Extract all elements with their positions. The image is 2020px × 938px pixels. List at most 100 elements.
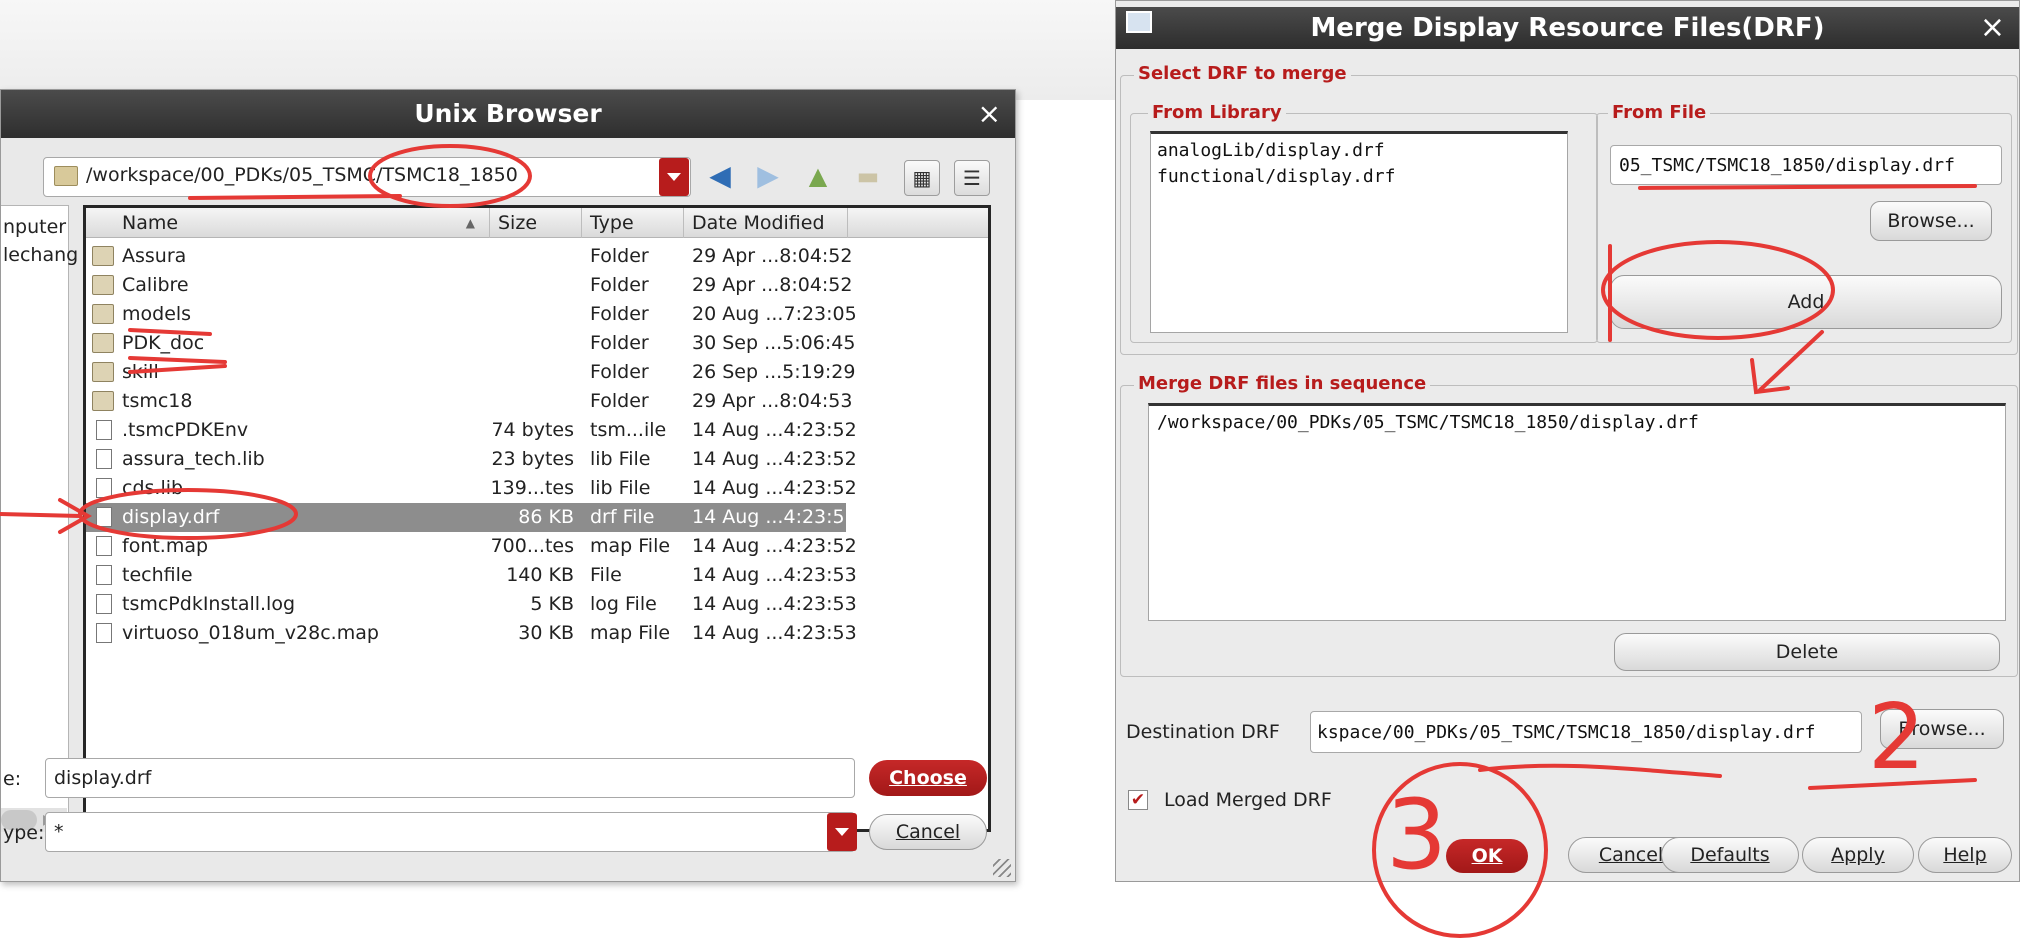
table-row[interactable]: virtuoso_018um_v28c.map 30 KB map File 14 A… — [86, 619, 857, 648]
ok-button[interactable]: OK — [1446, 839, 1528, 873]
from-file-input[interactable]: 05_TSMC/TSMC18_1850/display.drf — [1610, 145, 2002, 185]
file-name-cell: .tsmcPDKEnv — [122, 419, 249, 441]
file-type-cell: Folder — [590, 390, 649, 412]
column-header-date[interactable]: Date Modified — [684, 208, 848, 238]
destination-input[interactable]: kspace/00_PDKs/05_TSMC/TSMC18_1850/displ… — [1310, 711, 1862, 753]
file-type-cell: Folder — [590, 245, 649, 267]
table-row[interactable]: tsmc18 Folder 29 Apr ...8:04:53 — [86, 387, 853, 416]
destination-label: Destination DRF — [1126, 721, 1280, 743]
file-list: Name ▲ Size Type Date Modified Assura Fol… — [83, 205, 991, 832]
up-folder-icon[interactable]: ▲ — [799, 156, 837, 196]
file-size-cell: 23 bytes — [491, 448, 574, 470]
file-name-cell: PDK_doc — [122, 332, 205, 354]
file-type-cell: File — [590, 564, 622, 586]
help-button[interactable]: Help — [1918, 837, 2012, 873]
file-name-cell: font.map — [122, 535, 209, 557]
sequence-item[interactable]: /workspace/00_PDKs/05_TSMC/TSMC18_1850/d… — [1157, 412, 1699, 433]
choose-button[interactable]: Choose — [869, 760, 987, 796]
select-drf-group-title: Select DRF to merge — [1134, 63, 1351, 84]
table-row[interactable]: display.drf 86 KB drf File 14 Aug ...4:23:5… — [86, 503, 857, 532]
detail-view-icon[interactable]: ☰ — [954, 160, 990, 196]
table-row[interactable]: skill Folder 26 Sep ...5:19:29 — [86, 358, 855, 387]
table-row[interactable]: font.map 700...tes map File 14 Aug ...4:23:… — [86, 532, 857, 561]
file-icon — [96, 507, 112, 527]
sort-ascending-icon: ▲ — [465, 216, 475, 230]
window-menu-icon[interactable] — [1126, 11, 1152, 33]
sidebar-item-home[interactable]: lechang — [3, 244, 78, 266]
table-row[interactable]: techfile 140 KB File 14 Aug ...4:23:53 — [86, 561, 857, 590]
table-row[interactable]: Assura Folder 29 Apr ...8:04:52 — [86, 242, 853, 271]
back-arrow-icon[interactable]: ◀ — [701, 156, 739, 196]
file-name-cell: Assura — [122, 245, 187, 267]
destination-value: kspace/00_PDKs/05_TSMC/TSMC18_1850/displ… — [1317, 722, 1816, 743]
file-icon — [96, 623, 112, 643]
file-name-cell: assura_tech.lib — [122, 448, 265, 470]
column-name-label: Name — [122, 212, 179, 234]
icon-view-icon[interactable]: ▦ — [904, 160, 940, 196]
filetype-chevron-down-icon[interactable] — [827, 813, 857, 851]
file-icon — [96, 565, 112, 585]
file-name-cell: Calibre — [122, 274, 189, 296]
from-library-list[interactable]: analogLib/display.drf functional/display… — [1150, 131, 1568, 333]
file-type-cell: Folder — [590, 303, 649, 325]
unix-browser-window: Unix Browser × /workspace/00_PDKs/05_TSM… — [0, 89, 1016, 882]
file-type-cell: tsm...ile — [590, 419, 667, 441]
filetype-value: * — [54, 821, 64, 843]
sidebar-item-computer[interactable]: nputer — [3, 216, 66, 238]
file-date-cell: 14 Aug ...4:23:52 — [692, 448, 857, 470]
defaults-button[interactable]: Defaults — [1661, 837, 1799, 873]
destination-browse-button[interactable]: Browse... — [1880, 709, 2004, 749]
file-type-cell: Folder — [590, 274, 649, 296]
file-list-header: Name ▲ Size Type Date Modified — [86, 208, 988, 238]
table-row[interactable]: PDK_doc Folder 30 Sep ...5:06:45 — [86, 329, 855, 358]
from-file-browse-button[interactable]: Browse... — [1870, 201, 1992, 241]
close-icon[interactable]: × — [978, 90, 1001, 138]
file-date-cell: 14 Aug ...4:23:52 — [692, 419, 857, 441]
folder-icon — [92, 246, 114, 266]
library-item[interactable]: functional/display.drf — [1157, 166, 1395, 187]
from-file-label: From File — [1608, 102, 1711, 123]
folder-icon — [54, 166, 78, 186]
dialog-title: Merge Display Resource Files(DRF) — [1116, 7, 2019, 49]
filetype-label: ype: — [3, 822, 45, 844]
new-folder-icon[interactable]: ▬ — [849, 156, 887, 196]
file-size-cell: 5 KB — [530, 593, 574, 615]
file-name-cell: virtuoso_018um_v28c.map — [122, 622, 379, 644]
apply-button[interactable]: Apply — [1802, 837, 1914, 873]
file-icon — [96, 420, 112, 440]
filetype-select[interactable]: * — [45, 812, 855, 852]
resize-grip-icon[interactable] — [993, 859, 1011, 877]
file-type-cell: lib File — [590, 477, 651, 499]
table-row[interactable]: cds.lib 139...tes lib File 14 Aug ...4:23:5… — [86, 474, 857, 503]
filename-input[interactable]: display.drf — [45, 758, 855, 798]
table-row[interactable]: assura_tech.lib 23 bytes lib File 14 Aug ..… — [86, 445, 857, 474]
load-merged-checkbox[interactable]: ✔ — [1128, 790, 1148, 810]
filename-label: e: — [3, 768, 22, 790]
table-row[interactable]: .tsmcPDKEnv 74 bytes tsm...ile 14 Aug ...4:… — [86, 416, 857, 445]
close-icon[interactable]: × — [1980, 7, 2005, 49]
file-icon — [96, 536, 112, 556]
file-type-cell: Folder — [590, 332, 649, 354]
column-header-size[interactable]: Size — [490, 208, 582, 238]
forward-arrow-icon[interactable]: ▶ — [749, 156, 787, 196]
table-row[interactable]: tsmcPdkInstall.log 5 KB log File 14 Aug ...… — [86, 590, 857, 619]
path-dropdown-chevron-down-icon[interactable] — [659, 158, 689, 196]
window-title: Unix Browser — [1, 90, 1015, 138]
file-icon — [96, 449, 112, 469]
file-type-cell: Folder — [590, 361, 649, 383]
file-type-cell: log File — [590, 593, 657, 615]
add-button[interactable]: Add — [1610, 275, 2002, 329]
delete-button[interactable]: Delete — [1614, 633, 2000, 671]
cancel-button[interactable]: Cancel — [869, 814, 987, 850]
file-name-cell: tsmcPdkInstall.log — [122, 593, 296, 615]
path-combobox[interactable]: /workspace/00_PDKs/05_TSMC/TSMC18_1850 — [43, 157, 691, 197]
file-date-cell: 26 Sep ...5:19:29 — [692, 361, 856, 383]
table-row[interactable]: models Folder 20 Aug ...7:23:05 — [86, 300, 857, 329]
merge-sequence-list[interactable]: /workspace/00_PDKs/05_TSMC/TSMC18_1850/d… — [1148, 403, 2006, 621]
file-size-cell: 139...tes — [490, 477, 574, 499]
column-header-type[interactable]: Type — [582, 208, 684, 238]
column-header-name[interactable]: Name ▲ — [86, 208, 490, 238]
table-row[interactable]: Calibre Folder 29 Apr ...8:04:52 — [86, 271, 853, 300]
from-library-label: From Library — [1148, 102, 1286, 123]
library-item[interactable]: analogLib/display.drf — [1157, 140, 1385, 161]
